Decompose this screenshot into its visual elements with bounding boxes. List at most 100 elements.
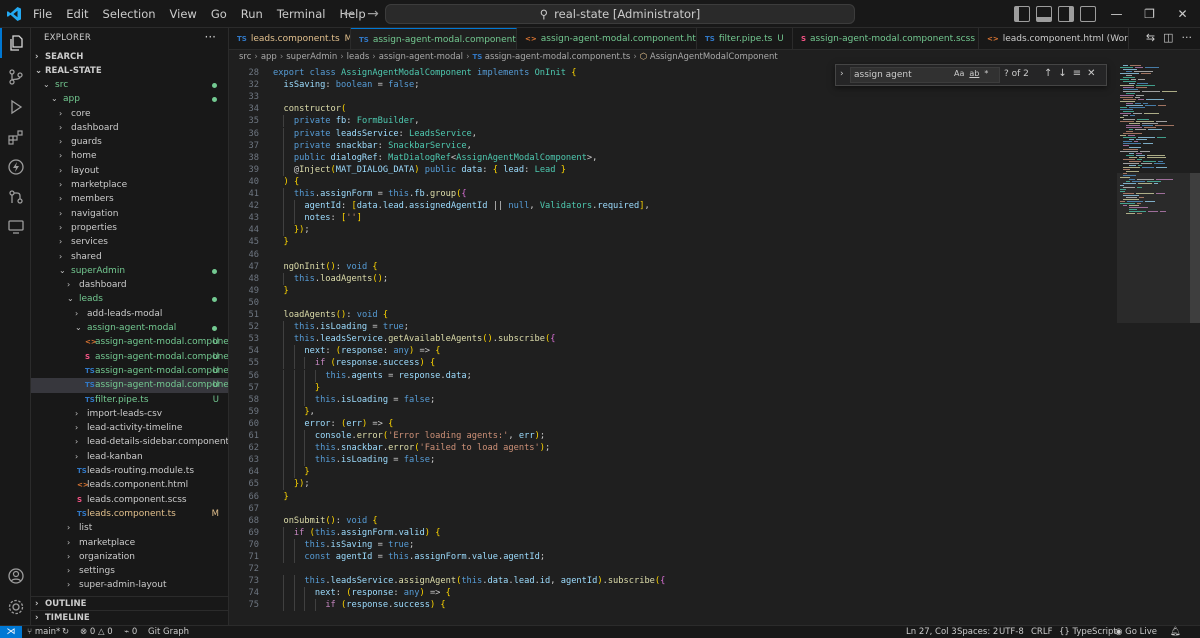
tree-folder[interactable]: › layout (31, 164, 228, 178)
scrollbar-thumb[interactable] (1190, 173, 1200, 323)
tree-folder[interactable]: › navigation (31, 207, 228, 221)
tree-folder[interactable]: › properties (31, 221, 228, 235)
menu-edit[interactable]: Edit (59, 0, 95, 28)
match-whole-word-icon[interactable]: ab (969, 69, 979, 78)
menu-run[interactable]: Run (234, 0, 270, 28)
language-mode[interactable]: {} TypeScript (1059, 626, 1117, 638)
minimize-icon[interactable]: — (1100, 0, 1133, 28)
menu-terminal[interactable]: Terminal (270, 0, 333, 28)
restore-icon[interactable]: ❐ (1133, 0, 1166, 28)
more-actions-icon[interactable]: ··· (205, 30, 216, 44)
tree-file[interactable]: Sassign-agent-modal.component....U (31, 350, 228, 364)
tree-folder[interactable]: › home (31, 149, 228, 163)
remote-explorer-icon[interactable] (0, 212, 31, 242)
tree-folder[interactable]: ⌄ src (31, 78, 228, 92)
tree-folder[interactable]: › list (31, 521, 228, 535)
tree-file[interactable]: TSassign-agent-modal.component.tsU (31, 378, 228, 393)
git-graph-status[interactable]: Git Graph (148, 626, 189, 638)
branch-status[interactable]: ⑂ main* (27, 626, 60, 638)
menu-file[interactable]: File (26, 0, 59, 28)
breadcrumb-item[interactable]: superAdmin (286, 52, 337, 62)
editor-scrollbar[interactable] (1190, 65, 1200, 625)
menu-go[interactable]: Go (204, 0, 234, 28)
run-debug-icon[interactable] (0, 92, 31, 122)
explorer-icon[interactable] (0, 28, 31, 58)
tree-folder[interactable]: › dashboard (31, 278, 228, 292)
toggle-replace-icon[interactable]: › (840, 69, 844, 79)
timeline-section[interactable]: › TIMELINE (31, 610, 228, 624)
code-editor[interactable]: 28 export class AssignAgentModalComponent… (229, 65, 1117, 625)
tree-file[interactable]: Sleads.component.scss (31, 493, 228, 507)
sync-icon[interactable]: ↻ (62, 626, 69, 638)
tree-folder[interactable]: › marketplace (31, 178, 228, 192)
breadcrumb-item[interactable]: leads (347, 52, 370, 62)
search-section[interactable]: › SEARCH (31, 50, 228, 64)
tree-file[interactable]: TS leads-routing.module.ts (31, 464, 228, 478)
more-actions-icon[interactable]: ··· (1182, 31, 1193, 44)
remote-indicator-icon[interactable]: ⋊ (0, 626, 22, 638)
tree-file[interactable]: TSassign-agent-modal.component....U (31, 364, 228, 378)
tree-folder[interactable]: ⌄ leads (31, 292, 228, 306)
editor-tab[interactable]: TSleads.component.tsM (229, 28, 351, 49)
editor-tab[interactable]: TS filter.pipe.ts U (697, 28, 793, 49)
tree-folder[interactable]: › marketplace (31, 536, 228, 550)
tree-folder[interactable]: › shared (31, 250, 228, 264)
menu-selection[interactable]: Selection (96, 0, 163, 28)
match-case-icon[interactable]: Aa (954, 69, 964, 78)
tree-folder[interactable]: › lead-activity-timeline (31, 421, 228, 435)
encoding-status[interactable]: UTF-8 (999, 626, 1024, 638)
outline-section[interactable]: › OUTLINE (31, 596, 228, 610)
tree-folder[interactable]: ⌄ assign-agent-modal (31, 321, 228, 335)
toggle-panel-icon[interactable] (1036, 6, 1052, 22)
breadcrumb-item[interactable]: AssignAgentModalComponent (650, 52, 778, 62)
problems-status[interactable]: ⊗ 0 △ 0 (80, 626, 113, 638)
use-regex-icon[interactable]: * (984, 69, 988, 78)
find-in-selection-icon[interactable]: ≡ (1073, 68, 1081, 79)
tree-folder[interactable]: › guards (31, 135, 228, 149)
tree-file[interactable]: <>assign-agent-modal.component....U (31, 335, 228, 349)
tree-folder[interactable]: › import-leads-csv (31, 407, 228, 421)
indentation-status[interactable]: Spaces: 2 (957, 626, 998, 638)
tree-folder[interactable]: › lead-kanban (31, 450, 228, 464)
compare-changes-icon[interactable]: ⇆ (1146, 31, 1155, 44)
next-match-icon[interactable]: ↓ (1058, 68, 1066, 79)
manage-gear-icon[interactable] (0, 592, 31, 622)
breadcrumb-item[interactable]: assign-agent-modal.component.ts (485, 52, 631, 62)
workspace-root-section[interactable]: ⌄ REAL-STATE (31, 64, 228, 78)
ports-status[interactable]: ⌁ 0 (124, 626, 137, 638)
editor-tab[interactable]: Sassign-agent-modal.component.scssU (793, 28, 979, 49)
tree-file[interactable]: <> leads.component.html (31, 478, 228, 492)
go-live-button[interactable]: ◉ Go Live (1115, 626, 1157, 638)
editor-tab[interactable]: <>leads.component.html (Working Tr (979, 28, 1129, 49)
account-icon[interactable] (0, 561, 31, 591)
git-graph-icon[interactable] (0, 182, 31, 212)
close-icon[interactable]: ✕ (1166, 0, 1199, 28)
breadcrumb-item[interactable]: assign-agent-modal (379, 52, 463, 62)
eol-status[interactable]: CRLF (1031, 626, 1052, 638)
editor-tab[interactable]: TSassign-agent-modal.component.tsU (351, 28, 517, 49)
tree-folder[interactable]: › core (31, 107, 228, 121)
extensions-icon[interactable] (0, 122, 31, 152)
tree-folder[interactable]: › super-admin-layout (31, 578, 228, 592)
toggle-secondary-sidebar-icon[interactable] (1058, 6, 1074, 22)
back-arrow-icon[interactable]: ← (340, 4, 358, 24)
command-center[interactable]: ⚲ real-state [Administrator] (385, 4, 855, 24)
tree-file[interactable]: TS filter.pipe.ts U (31, 393, 228, 407)
close-find-icon[interactable]: ✕ (1087, 68, 1095, 79)
breadcrumb-item[interactable]: src (239, 52, 251, 62)
source-control-icon[interactable] (0, 62, 31, 92)
tree-folder[interactable]: › lead-details-sidebar.component.ts (31, 435, 228, 449)
tree-folder[interactable]: ⌄ app (31, 92, 228, 106)
previous-match-icon[interactable]: ↑ (1044, 68, 1052, 79)
tree-folder[interactable]: ⌄ superAdmin (31, 264, 228, 278)
toggle-primary-sidebar-icon[interactable] (1014, 6, 1030, 22)
tree-folder[interactable]: › members (31, 192, 228, 206)
editor-tab[interactable]: <>assign-agent-modal.component.htmlU (517, 28, 697, 49)
customize-layout-icon[interactable] (1080, 6, 1096, 22)
forward-arrow-icon[interactable]: → (364, 4, 382, 24)
minimap[interactable] (1117, 65, 1200, 625)
tree-folder[interactable]: › settings (31, 564, 228, 578)
thunder-client-icon[interactable] (0, 152, 31, 182)
cursor-position[interactable]: Ln 27, Col 3 (906, 626, 957, 638)
split-editor-icon[interactable]: ◫ (1163, 31, 1173, 44)
